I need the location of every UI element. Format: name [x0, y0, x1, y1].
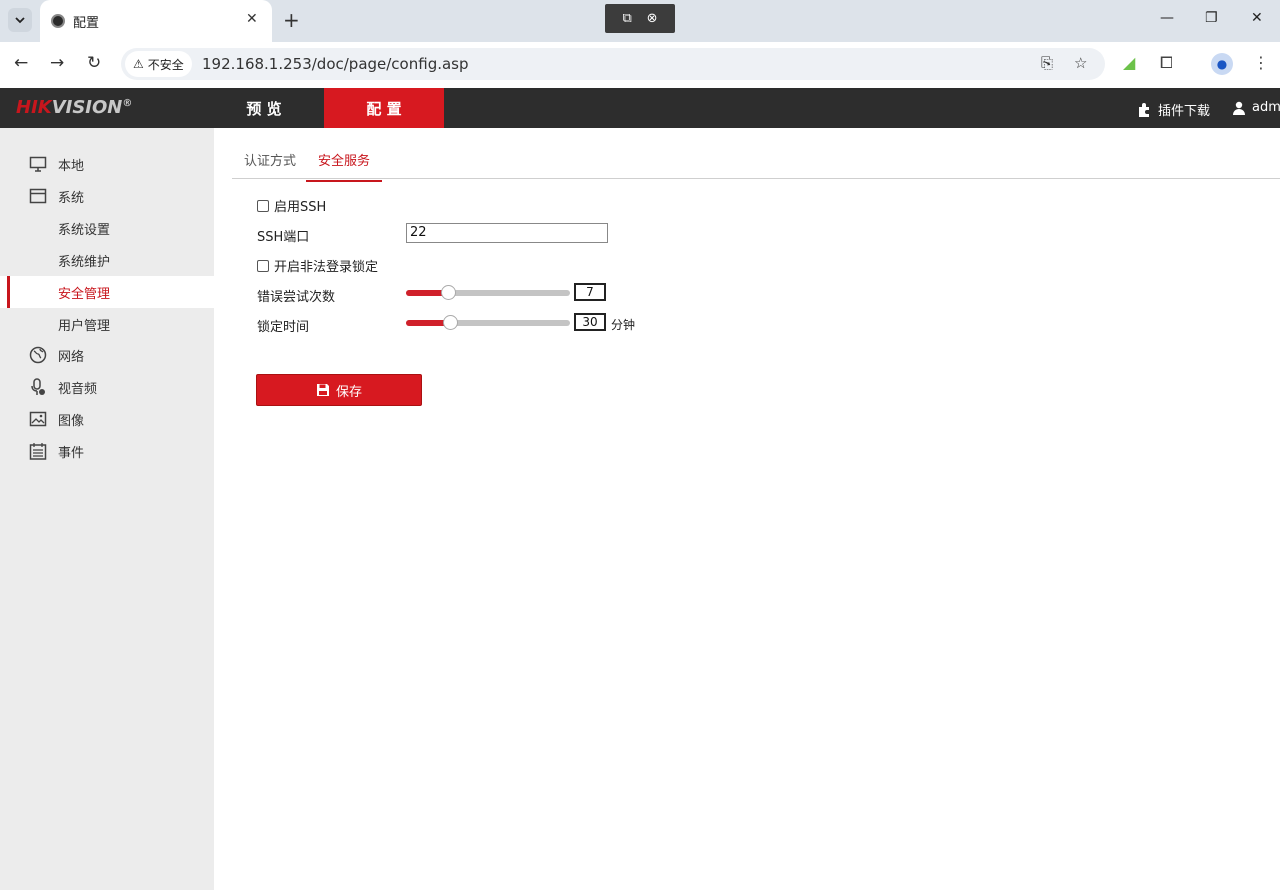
cast-icon[interactable]: ⧉: [622, 11, 631, 26]
back-icon[interactable]: ←: [14, 53, 28, 73]
signal-extension-icon[interactable]: ◢: [1123, 53, 1135, 72]
registered-icon: ®: [122, 98, 133, 109]
logo-hik: HIK: [16, 97, 52, 118]
minimize-icon[interactable]: —: [1160, 10, 1174, 26]
lock-time-label: 锁定时间: [257, 320, 310, 335]
stop-cast-icon[interactable]: ⊗: [647, 11, 658, 26]
sidebar-item-label: 视音频: [58, 381, 98, 397]
sidebar-item-label: 安全管理: [58, 286, 111, 302]
sidebar-item-local[interactable]: 本地: [0, 148, 214, 180]
restore-icon[interactable]: ❐: [1205, 10, 1218, 26]
chevron-down-icon: [15, 17, 25, 24]
image-icon: [29, 411, 47, 427]
extensions-icon[interactable]: ⧠: [1160, 53, 1173, 73]
security-chip[interactable]: ⚠ 不安全: [125, 51, 192, 77]
sidebar-item-system-settings[interactable]: 系统设置: [0, 212, 214, 244]
user-icon: [1233, 101, 1245, 115]
url-text[interactable]: 192.168.1.253/doc/page/config.asp: [202, 55, 469, 73]
monitor-icon: [29, 156, 47, 172]
warning-icon: ⚠: [133, 57, 144, 71]
sidebar-item-security[interactable]: 安全管理: [0, 276, 214, 308]
sidebar-item-audio-video[interactable]: 视音频: [0, 371, 214, 403]
sidebar-item-label: 网络: [58, 349, 85, 365]
enable-ssh-row: 启用SSH: [257, 196, 326, 215]
sidebar-item-label: 图像: [58, 413, 85, 429]
error-attempts-label: 错误尝试次数: [257, 290, 336, 305]
close-window-icon[interactable]: ✕: [1251, 10, 1263, 26]
cast-toolbar: ⧉ ⊗: [605, 4, 675, 33]
sidebar: 本地 系统 系统设置 系统维护 安全管理 用户管理 网络 视音频 图像 事件: [0, 128, 214, 890]
more-menu-icon[interactable]: ⋮: [1253, 53, 1269, 72]
enable-ssh-label: 启用SSH: [274, 200, 327, 215]
error-attempts-slider-thumb[interactable]: [441, 285, 456, 300]
sidebar-item-image[interactable]: 图像: [0, 403, 214, 435]
browser-tab[interactable]: 配置 ✕: [40, 0, 272, 42]
sidebar-item-label: 系统: [58, 190, 85, 206]
error-attempts-slider[interactable]: [406, 285, 570, 300]
person-icon: ●: [1216, 57, 1228, 71]
user-menu[interactable]: admi: [1232, 100, 1280, 115]
calendar-icon: [29, 443, 47, 460]
browser-tabstrip: 配置 ✕ + ⧉ ⊗ — ❐ ✕: [0, 0, 1280, 42]
sidebar-item-network[interactable]: 网络: [0, 339, 214, 371]
tab-title: 配置: [73, 16, 100, 31]
illegal-login-lock-checkbox[interactable]: [257, 259, 269, 272]
tab-security-service[interactable]: 安全服务: [306, 150, 383, 182]
logo-vision: VISION: [51, 97, 123, 118]
sidebar-item-label: 事件: [58, 445, 85, 461]
ssh-port-label: SSH端口: [257, 230, 310, 245]
sidebar-item-user-management[interactable]: 用户管理: [0, 308, 214, 340]
error-attempts-value[interactable]: 7: [574, 283, 606, 301]
hikvision-logo: HIKVISION®: [16, 97, 132, 118]
plugin-download-link[interactable]: 插件下载: [1136, 100, 1210, 119]
sidebar-item-label: 本地: [58, 158, 85, 174]
illegal-login-lock-row: 开启非法登录锁定: [257, 256, 378, 275]
puzzle-icon: [1139, 102, 1149, 117]
star-icon[interactable]: ☆: [1074, 54, 1087, 72]
address-bar[interactable]: ⚠ 不安全 192.168.1.253/doc/page/config.asp …: [121, 48, 1105, 80]
lock-time-slider-thumb[interactable]: [443, 315, 458, 330]
sidebar-item-system-maintenance[interactable]: 系统维护: [0, 244, 214, 276]
tab-preview[interactable]: 预 览: [204, 88, 324, 128]
security-label: 不安全: [147, 57, 184, 72]
save-button[interactable]: 保存: [256, 374, 422, 406]
save-label: 保存: [335, 384, 362, 400]
tab-favicon-icon: [51, 14, 65, 28]
sidebar-item-label: 系统设置: [58, 222, 111, 238]
illegal-login-lock-label: 开启非法登录锁定: [274, 260, 379, 275]
floppy-disk-icon: [316, 384, 329, 396]
ssh-port-input[interactable]: 22: [406, 223, 608, 243]
new-tab-button[interactable]: +: [283, 8, 300, 32]
close-tab-icon[interactable]: ✕: [246, 11, 258, 27]
tab-auth-method[interactable]: 认证方式: [244, 150, 296, 179]
sub-tabs: 认证方式 安全服务: [232, 142, 1280, 182]
reload-icon[interactable]: ↻: [87, 53, 101, 73]
sidebar-item-label: 用户管理: [58, 318, 111, 334]
translate-icon[interactable]: ⎘: [1041, 54, 1053, 72]
enable-ssh-checkbox[interactable]: [257, 199, 269, 212]
lock-time-slider[interactable]: [406, 315, 570, 330]
sidebar-item-label: 系统维护: [58, 254, 111, 270]
plugin-download-label: 插件下载: [1158, 104, 1211, 119]
globe-icon: [29, 346, 47, 364]
tab-config[interactable]: 配 置: [324, 88, 444, 128]
forward-icon[interactable]: →: [50, 53, 64, 73]
lock-time-unit: 分钟: [611, 318, 636, 332]
sidebar-item-event[interactable]: 事件: [0, 435, 214, 467]
microphone-icon: [31, 378, 45, 395]
app-header: HIKVISION® 预 览 配 置 插件下载 admi: [0, 88, 1280, 128]
profile-avatar[interactable]: ●: [1211, 53, 1233, 75]
lock-time-value[interactable]: 30: [574, 313, 606, 331]
sidebar-item-system[interactable]: 系统: [0, 180, 214, 212]
window-icon: [29, 188, 47, 204]
tab-search-button[interactable]: [8, 8, 32, 32]
username: admi: [1252, 100, 1280, 115]
